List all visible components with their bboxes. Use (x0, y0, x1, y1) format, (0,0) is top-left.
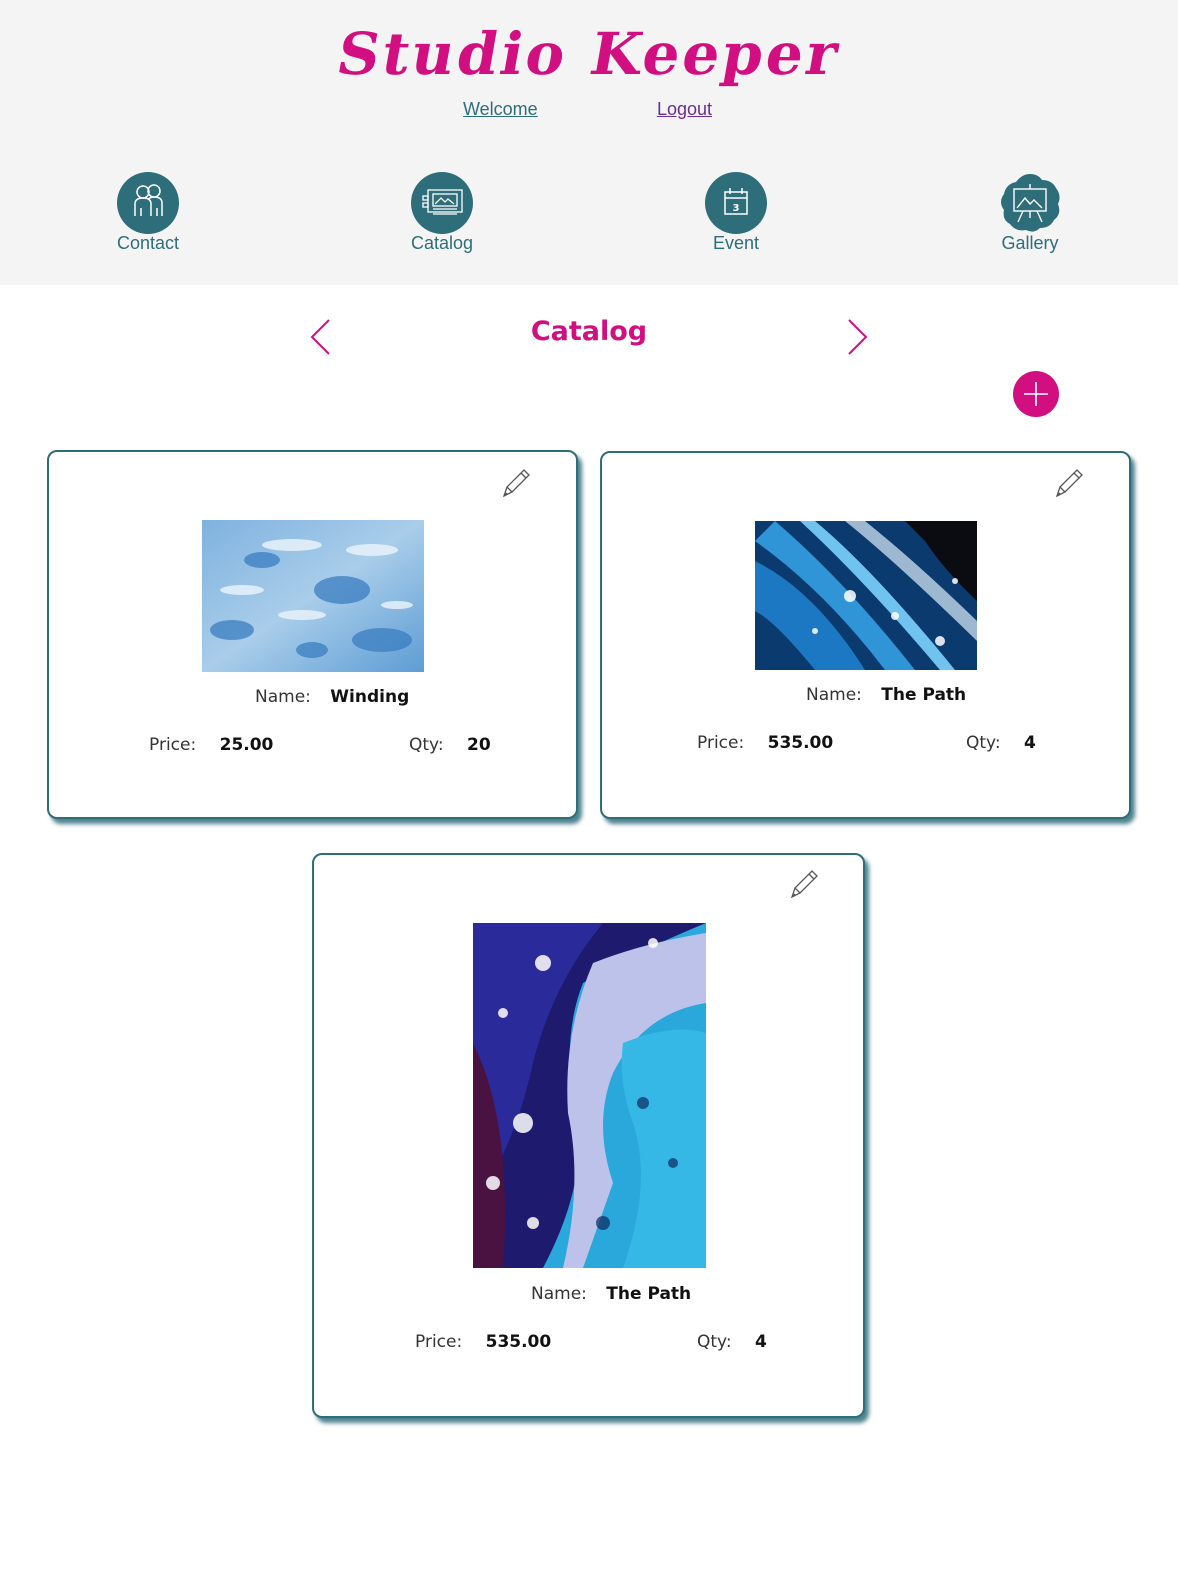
artwork-image (473, 923, 706, 1268)
nav-label-contact: Contact (116, 233, 180, 253)
price-row: Price: 25.00 (149, 734, 273, 756)
artwork-image (202, 520, 424, 672)
qty-row: Qty: 4 (697, 1331, 767, 1353)
qty-label: Qty: (697, 1332, 732, 1352)
item-name: Winding (330, 687, 410, 707)
plus-icon (1024, 382, 1048, 406)
price-label: Price: (415, 1332, 463, 1352)
item-name: The Path (606, 1284, 692, 1304)
qty-label: Qty: (966, 733, 1001, 753)
qty-row: Qty: 20 (409, 734, 491, 756)
logout-link[interactable]: Logout (657, 98, 712, 120)
item-qty: 4 (1024, 733, 1036, 753)
nav-gallery[interactable]: Gallery (960, 172, 1100, 254)
name-label: Name: (531, 1284, 587, 1304)
header: Studio Keeper Welcome Logout Contact Cat… (0, 0, 1178, 285)
qty-label: Qty: (409, 735, 444, 755)
price-row: Price: 535.00 (415, 1331, 551, 1353)
welcome-link[interactable]: Welcome (463, 98, 538, 120)
item-price: 535.00 (485, 1332, 552, 1352)
easel-icon (999, 172, 1061, 234)
item-name-row: Name: Winding (255, 686, 409, 708)
item-price: 535.00 (767, 733, 834, 753)
nav-catalog[interactable]: Catalog (372, 172, 512, 254)
nav-event[interactable]: 3 Event (666, 172, 806, 254)
item-price: 25.00 (219, 735, 274, 755)
nav-contact[interactable]: Contact (78, 172, 218, 254)
catalog-card[interactable]: Name: Winding Price: 25.00 Qty: 20 (47, 450, 578, 819)
chevron-right-icon[interactable] (844, 318, 870, 356)
item-name-row: Name: The Path (531, 1283, 691, 1305)
qty-row: Qty: 4 (966, 732, 1036, 754)
svg-text:3: 3 (733, 203, 740, 214)
app-logo: Studio Keeper (331, 20, 847, 88)
price-label: Price: (697, 733, 745, 753)
add-item-button[interactable] (1013, 371, 1059, 417)
pencil-icon[interactable] (786, 867, 820, 903)
nav-label-gallery: Gallery (1001, 233, 1059, 253)
item-name: The Path (881, 685, 967, 705)
pencil-icon[interactable] (498, 466, 532, 502)
calendar-icon: 3 (705, 172, 767, 234)
nav-label-catalog: Catalog (410, 233, 474, 253)
catalog-card[interactable]: Name: The Path Price: 535.00 Qty: 4 (312, 853, 865, 1418)
catalog-card[interactable]: Name: The Path Price: 535.00 Qty: 4 (600, 451, 1131, 819)
pencil-icon[interactable] (1051, 466, 1085, 502)
name-label: Name: (255, 687, 311, 707)
price-label: Price: (149, 735, 197, 755)
name-label: Name: (806, 685, 862, 705)
page-title: Catalog (530, 316, 648, 347)
item-qty: 20 (467, 735, 491, 755)
catalog-frame-icon (411, 172, 473, 234)
item-qty: 4 (755, 1332, 767, 1352)
nav-label-event: Event (712, 233, 760, 253)
artwork-image (755, 521, 977, 670)
people-icon (117, 172, 179, 234)
price-row: Price: 535.00 (697, 732, 833, 754)
item-name-row: Name: The Path (806, 684, 966, 706)
